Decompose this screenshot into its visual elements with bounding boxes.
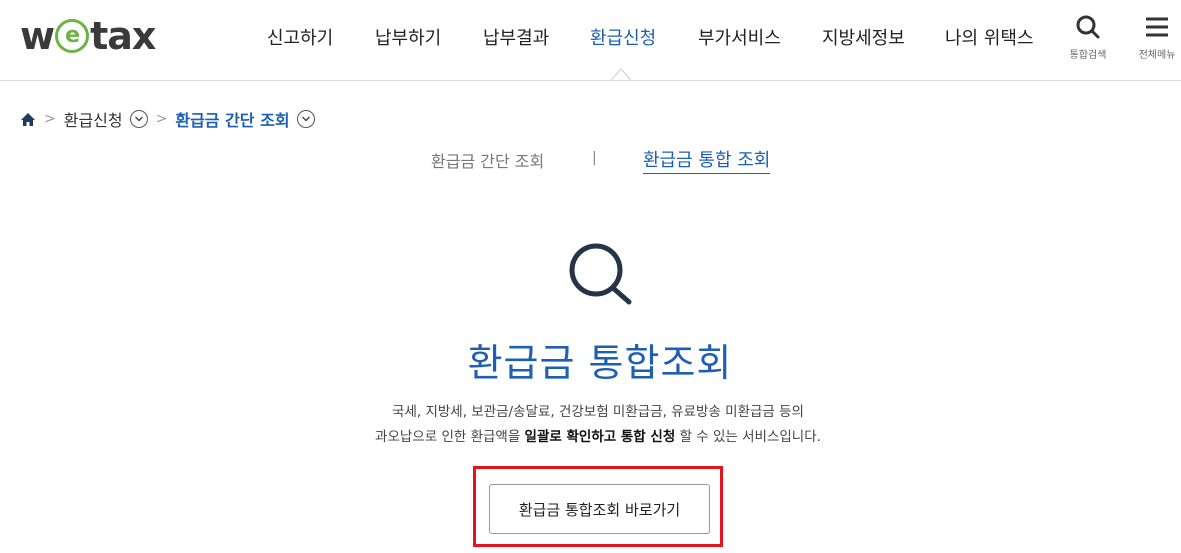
nav-my-wetax[interactable]: 나의 위택스	[945, 24, 1034, 50]
breadcrumb-item-refund[interactable]: 환급신청	[64, 107, 123, 131]
search-icon	[1076, 15, 1100, 39]
nav-file-return[interactable]: 신고하기	[267, 24, 333, 50]
all-menu-button[interactable]: 전체메뉴	[1134, 14, 1180, 61]
integrated-search-label: 통합검색	[1069, 50, 1107, 61]
nav-refund[interactable]: 환급신청	[590, 24, 656, 50]
breadcrumb-separator-icon: >	[155, 111, 168, 127]
logo-text-w: w	[20, 14, 55, 58]
wetax-logo[interactable]: w e tax	[20, 14, 156, 58]
description-emphasis: 일괄로 확인하고 통합 신청	[524, 429, 676, 445]
site-header: w e tax 신고하기 납부하기 납부결과 환급신청 부가서비스 지방세정보 나의…	[0, 0, 1181, 81]
tab-divider: |	[592, 150, 597, 166]
hamburger-menu-icon	[1146, 17, 1168, 37]
nav-local-tax-info[interactable]: 지방세정보	[822, 24, 905, 50]
description-line-1: 국세, 지방세, 보관금/송달료, 건강보험 미환급금, 유료방송 미환급금 등…	[392, 404, 804, 420]
logo-text-tax: tax	[90, 14, 156, 58]
home-icon[interactable]	[20, 112, 36, 127]
logo-e-circle: e	[55, 19, 90, 53]
breadcrumb-item-current[interactable]: 환급금 간단 조회	[175, 107, 289, 131]
description-line-2: 과오납으로 인한 환급액을 일괄로 확인하고 통합 신청 할 수 있는 서비스입…	[0, 425, 1181, 445]
go-integrated-lookup-button[interactable]: 환급금 통합조회 바로가기	[489, 484, 710, 534]
magnifier-icon	[569, 243, 632, 305]
all-menu-label: 전체메뉴	[1138, 50, 1176, 61]
tab-integrated-lookup[interactable]: 환급금 통합 조회	[643, 146, 771, 174]
nav-extra-services[interactable]: 부가서비스	[698, 24, 781, 50]
page-title: 환급금 통합조회	[467, 341, 733, 385]
breadcrumb-dropdown-current[interactable]	[296, 110, 315, 128]
nav-pay-result[interactable]: 납부결과	[483, 24, 549, 50]
description-text: 과오납으로 인한 환급액을	[375, 429, 525, 445]
integrated-search-button[interactable]: 통합검색	[1066, 14, 1110, 61]
nav-pay[interactable]: 납부하기	[375, 24, 441, 50]
tab-simple-lookup[interactable]: 환급금 간단 조회	[431, 148, 544, 172]
chevron-down-icon	[134, 116, 143, 122]
refund-lookup-tabs: 환급금 간단 조회 | 환급금 통합 조회	[0, 148, 1181, 174]
description-text: 할 수 있는 서비스입니다.	[675, 429, 821, 445]
breadcrumb-dropdown-refund[interactable]	[129, 110, 148, 128]
chevron-down-icon	[301, 116, 310, 122]
active-nav-caret-icon	[611, 68, 631, 81]
breadcrumb-separator-icon: >	[44, 111, 56, 127]
breadcrumb: > 환급신청 > 환급금 간단 조회	[20, 108, 315, 130]
